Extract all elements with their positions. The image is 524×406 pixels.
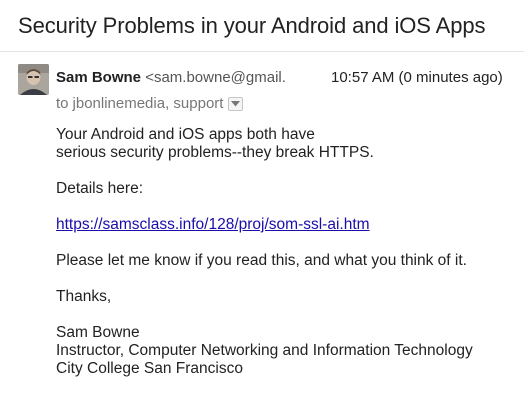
details-label: Details here:	[56, 180, 144, 197]
signature-name: Sam Bowne	[56, 324, 140, 341]
closing: Thanks,	[56, 288, 112, 305]
details-link[interactable]: https://samsclass.info/128/proj/som-ssl-…	[56, 216, 370, 233]
sender-name[interactable]: Sam Bowne	[56, 69, 141, 86]
timestamp: 10:57 AM (0 minutes ago)	[331, 69, 503, 86]
message-body: Your Android and iOS apps both have seri…	[56, 126, 473, 378]
recipients-prefix: to	[56, 95, 69, 112]
signature-title: Instructor, Computer Networking and Info…	[56, 342, 473, 359]
sender-email[interactable]: <sam.bowne@gmail.	[145, 69, 286, 86]
signature-org: City College San Francisco	[56, 360, 243, 377]
divider	[0, 51, 524, 52]
body-line: serious security problems--they break HT…	[56, 144, 374, 161]
recipients-list: jbonlinemedia, support	[72, 95, 224, 112]
show-details-button[interactable]	[228, 97, 244, 112]
body-line: Please let me know if you read this, and…	[56, 252, 467, 269]
sender-avatar[interactable]	[18, 64, 49, 95]
sender-line: Sam Bowne <sam.bowne@gmail.	[56, 69, 286, 86]
chevron-down-icon	[231, 101, 241, 107]
email-subject: Security Problems in your Android and iO…	[18, 13, 486, 38]
recipients-line: to jbonlinemedia, support	[56, 95, 244, 112]
avatar-icon	[18, 64, 49, 95]
body-line: Your Android and iOS apps both have	[56, 126, 315, 143]
